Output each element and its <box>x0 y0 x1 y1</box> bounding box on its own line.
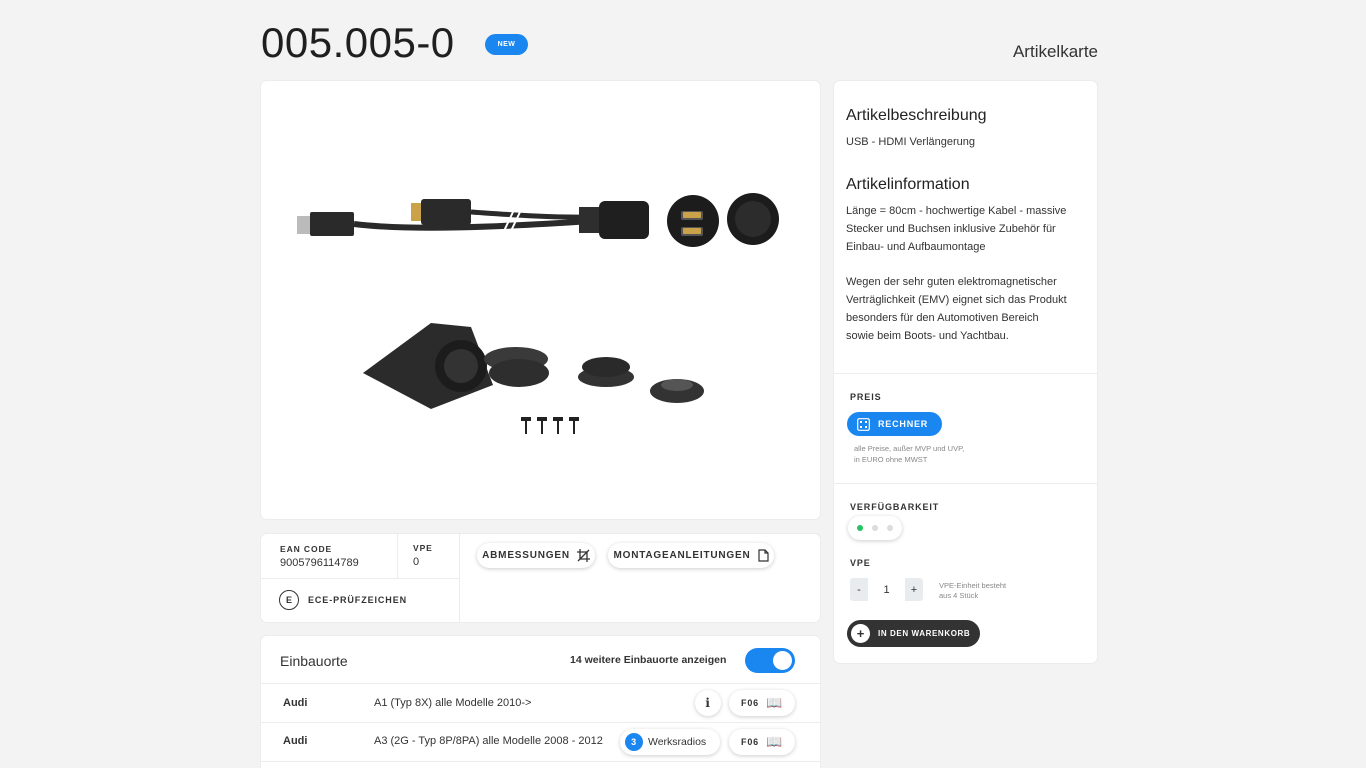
vpe-note: VPE-Einheit besteht <box>939 581 1007 590</box>
info-line: Länge = 80cm - hochwertige Kabel - massi… <box>846 205 1067 217</box>
product-image-card <box>261 81 820 519</box>
installation-card: Einbauorte 14 weitere Einbauorte anzeige… <box>261 636 820 768</box>
quantity-stepper: - 1 + <box>850 578 923 601</box>
ece-label: ECE-PRÜFZEICHEN <box>308 595 408 605</box>
add-to-cart-button[interactable]: + IN DEN WARENKORB <box>847 620 980 647</box>
vpe-label: VPE <box>413 543 433 553</box>
price-label: PREIS <box>850 392 882 402</box>
manual-icon: 📖 <box>765 734 783 749</box>
description-title: Artikelbeschreibung <box>846 107 987 124</box>
info-line: Wegen der sehr guten elektromagnetischer <box>846 276 1057 288</box>
info-line: besonders für den Automotiven Bereich <box>846 312 1039 324</box>
dimensions-button-label: ABMESSUNGEN <box>482 550 570 561</box>
info-line: sowie beim Boots- und Yachtbau. <box>846 330 1009 342</box>
quantity-input[interactable]: 1 <box>868 578 905 601</box>
installation-title: Einbauorte <box>280 653 348 669</box>
price-note: alle Preise, außer MVP und UVP, <box>854 444 965 453</box>
availability-label: VERFÜGBARKEIT <box>850 502 940 512</box>
document-icon <box>757 549 769 562</box>
availability-dot <box>887 525 893 531</box>
calculator-label: RECHNER <box>878 419 929 429</box>
radio-count-badge: 3 <box>625 733 643 751</box>
code-button[interactable]: F06 📖 <box>729 690 795 716</box>
crop-icon <box>576 549 590 562</box>
manual-icon: 📖 <box>765 695 783 710</box>
description-text: USB - HDMI Verlängerung <box>846 136 975 148</box>
increase-button[interactable]: + <box>905 578 923 601</box>
page-label: Artikelkarte <box>1012 42 1098 61</box>
add-to-cart-label: IN DEN WARENKORB <box>878 629 971 638</box>
decrease-button[interactable]: - <box>850 578 868 601</box>
instructions-button[interactable]: MONTAGEANLEITUNGEN <box>608 543 774 568</box>
table-row[interactable]: Audi A3 (2G - Typ 8P/8PA) alle Modelle 2… <box>261 723 820 762</box>
info-icon: i <box>705 696 711 710</box>
calculator-button[interactable]: RECHNER <box>847 412 942 436</box>
new-badge: NEW <box>485 34 528 55</box>
info-line: Stecker und Buchsen inklusive Zubehör fü… <box>846 223 1056 235</box>
vpe-quantity-label: VPE <box>850 558 871 568</box>
show-more-toggle[interactable] <box>745 648 795 673</box>
toggle-knob <box>773 651 792 670</box>
row-brand: Audi <box>283 697 308 709</box>
vpe-note: aus 4 Stück <box>939 591 979 600</box>
product-image <box>297 193 779 434</box>
row-model: A3 (2G - Typ 8P/8PA) alle Modelle 2008 -… <box>374 735 603 747</box>
details-card: EAN CODE 9005796114789 VPE 0 E ECE-PRÜFZ… <box>261 534 820 622</box>
availability-dot-active <box>857 525 863 531</box>
price-note: in EURO ohne MWST <box>854 455 928 464</box>
ean-value: 9005796114789 <box>280 557 359 569</box>
toggle-label: 14 weitere Einbauorte anzeigen <box>570 654 727 666</box>
table-row[interactable]: Audi A1 (Typ 8X) alle Modelle 2010-> i F… <box>261 684 820 723</box>
calculator-icon <box>857 417 870 431</box>
ece-row[interactable]: E ECE-PRÜFZEICHEN <box>279 590 407 610</box>
radio-label: Werksradios <box>648 736 707 748</box>
info-title: Artikelinformation <box>846 176 970 193</box>
info-card: Artikelbeschreibung USB - HDMI Verlänger… <box>834 81 1097 663</box>
code-button[interactable]: F06 📖 <box>729 729 795 755</box>
cart-plus-icon: + <box>851 624 870 643</box>
vpe-value: 0 <box>413 556 420 568</box>
info-line: Verträglichkeit (EMV) eignet sich das Pr… <box>846 294 1067 306</box>
dimensions-button[interactable]: ABMESSUNGEN <box>477 543 595 568</box>
ean-label: EAN CODE <box>280 544 333 554</box>
instructions-button-label: MONTAGEANLEITUNGEN <box>613 550 751 561</box>
availability-indicator <box>848 516 902 540</box>
row-brand: Audi <box>283 735 308 747</box>
info-button[interactable]: i <box>695 690 721 716</box>
availability-dot <box>872 525 878 531</box>
row-model: A1 (Typ 8X) alle Modelle 2010-> <box>374 697 532 709</box>
code-label: F06 <box>741 737 759 747</box>
code-label: F06 <box>741 698 759 708</box>
factory-radios-button[interactable]: 3 Werksradios <box>620 729 720 755</box>
article-number: 005.005-0 <box>261 19 455 66</box>
ece-icon: E <box>279 590 299 610</box>
info-line: Einbau- und Aufbaumontage <box>846 241 986 253</box>
